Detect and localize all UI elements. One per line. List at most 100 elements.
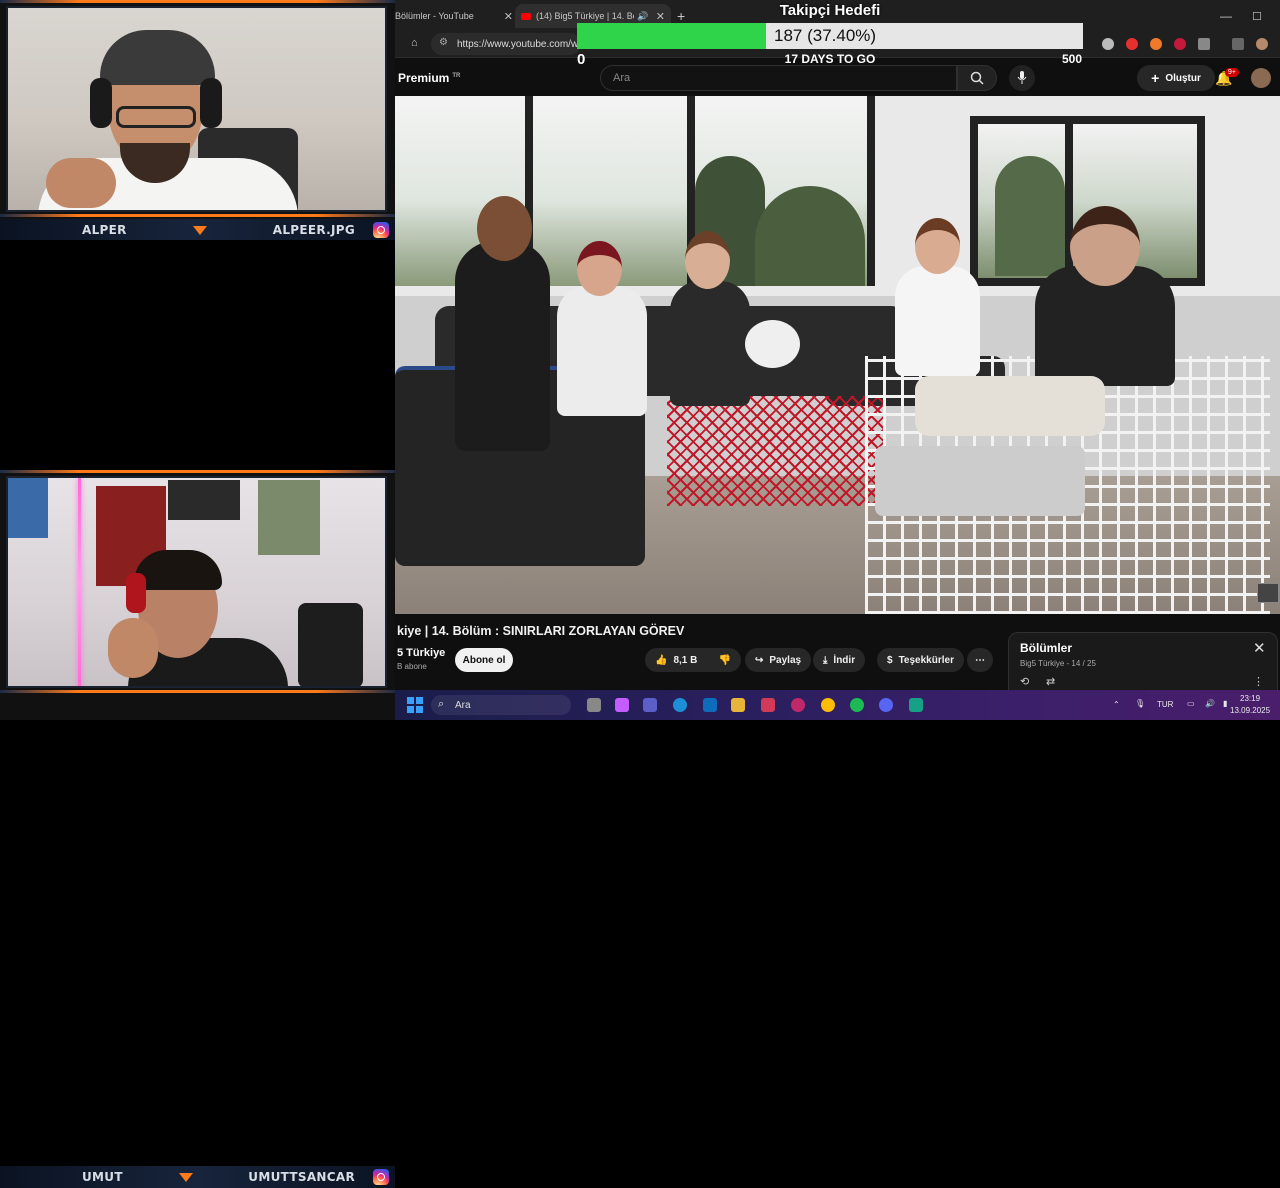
youtube-premium-logo[interactable]: Premium TR <box>398 71 460 85</box>
search-input[interactable]: Ara <box>600 65 957 91</box>
tree <box>755 186 865 286</box>
sofa-cushion <box>875 446 1085 516</box>
site-info-icon[interactable]: ⚙ <box>439 37 448 48</box>
goal-title: Takipçi Hedefi <box>779 2 881 19</box>
goal-progress-bar: 187 (37.40%) <box>577 23 1083 49</box>
red-extension-icon[interactable] <box>1126 38 1138 50</box>
like-count[interactable]: 8,1 B <box>673 655 697 666</box>
like-dislike-group: 👍 8,1 B 👎 <box>645 648 741 672</box>
miniplayer-icon[interactable] <box>1257 583 1279 603</box>
puzzle-extension-icon[interactable] <box>1198 38 1210 50</box>
person-4-head <box>915 218 960 274</box>
volume-icon[interactable]: 🔊 <box>1205 699 1215 708</box>
search-button[interactable] <box>957 65 997 91</box>
playlist-title[interactable]: Bölümler <box>1020 641 1072 655</box>
chevron-up-icon[interactable]: ⌃ <box>1113 700 1120 709</box>
cap <box>100 30 215 85</box>
poster <box>8 478 48 538</box>
thumbs-up-icon[interactable]: 👍 <box>655 655 667 666</box>
teams-icon[interactable] <box>643 698 657 712</box>
avatar[interactable] <box>1251 68 1271 88</box>
download-button[interactable]: ⤓ İndir <box>813 648 866 672</box>
share-button[interactable]: ↪ Paylaş <box>745 648 812 672</box>
file-explorer-icon[interactable] <box>731 698 745 712</box>
plus-icon: + <box>1151 70 1160 86</box>
led-strip <box>78 478 81 686</box>
close-icon[interactable]: ✕ <box>504 10 513 23</box>
thanks-icon: $ <box>887 654 893 666</box>
voice-search-button[interactable] <box>1009 65 1035 91</box>
sidebar-icon[interactable] <box>1232 38 1244 50</box>
download-label: İndir <box>833 654 856 666</box>
spotify-icon[interactable] <box>850 698 864 712</box>
loop-icon[interactable]: ⟲ <box>1020 675 1029 688</box>
minimize-icon[interactable]: — <box>1220 4 1232 28</box>
mic-icon <box>1017 71 1027 84</box>
goal-progress-fill <box>577 23 767 49</box>
app-icon[interactable] <box>791 698 805 712</box>
battery-icon[interactable]: ▮ <box>1223 699 1227 708</box>
url-text: https://www.youtube.com/w <box>457 38 579 50</box>
speaker-icon[interactable]: 🔊 <box>637 11 648 22</box>
cam-frame-edge <box>0 470 395 473</box>
close-icon[interactable]: ✕ <box>1253 639 1266 657</box>
clock-date[interactable]: 13.09.2025 <box>1230 706 1270 715</box>
goal-max: 500 <box>1062 52 1083 66</box>
edge-icon[interactable] <box>673 698 687 712</box>
cam-frame-edge <box>0 690 395 693</box>
thanks-button[interactable]: $ Teşekkürler <box>877 648 964 672</box>
poster <box>168 480 240 520</box>
subscribe-button[interactable]: Abone ol <box>455 648 513 672</box>
shield-extension-icon[interactable] <box>1102 38 1114 50</box>
more-actions-button[interactable]: ⋯ <box>967 648 993 672</box>
tab-label: (14) Big5 Türkiye | 14. Bölüm <box>536 11 634 21</box>
orange-triangle-icon <box>178 1172 193 1182</box>
share-label: Paylaş <box>769 654 802 666</box>
discord-icon[interactable] <box>879 698 893 712</box>
mic-icon[interactable]: 🎙 <box>1135 699 1145 708</box>
empty-overlay-area <box>0 240 395 470</box>
profile-avatar[interactable] <box>1256 38 1268 50</box>
tab-bolumler[interactable]: Bölümler - YouTube ✕ <box>395 4 513 28</box>
taskbar-search-placeholder: Ara <box>455 699 471 711</box>
glasses <box>116 106 196 128</box>
outlook-icon[interactable] <box>703 698 717 712</box>
u-extension-icon[interactable] <box>1174 38 1186 50</box>
logo-text: Premium <box>398 71 450 85</box>
thumbs-down-icon[interactable]: 👎 <box>719 655 731 666</box>
app-icon[interactable] <box>909 698 923 712</box>
clock-time[interactable]: 23:19 <box>1240 694 1260 703</box>
copilot-icon[interactable] <box>615 698 629 712</box>
close-icon[interactable]: ✕ <box>656 10 665 23</box>
language-indicator[interactable]: TUR <box>1157 700 1173 709</box>
tree <box>995 156 1065 276</box>
channel-name[interactable]: 5 Türkiye <box>397 647 445 659</box>
url-field[interactable]: ⚙ https://www.youtube.com/w <box>431 33 581 55</box>
webcam-namebar-bottom: UMUT UMUTTSANCAR <box>0 1166 395 1188</box>
webcam-panel-bottom: UMUT UMUTTSANCAR <box>0 470 395 1188</box>
playlist-subtitle: Big5 Türkiye - 14 / 25 <box>1020 659 1096 668</box>
taskbar-search[interactable]: ⌕ Ara <box>431 695 571 715</box>
more-icon[interactable]: ⋮ <box>1253 675 1264 688</box>
more-icon: ⋯ <box>975 654 985 666</box>
orange-extension-icon[interactable] <box>1150 38 1162 50</box>
thanks-label: Teşekkürler <box>898 654 954 666</box>
app-icon[interactable] <box>761 698 775 712</box>
person-1-head <box>477 196 532 261</box>
home-icon[interactable]: ⌂ <box>411 37 418 49</box>
download-icon: ⤓ <box>823 654 828 666</box>
streamer-name: ALPER <box>82 223 127 237</box>
person-2-head <box>577 241 622 296</box>
network-icon[interactable]: ▭ <box>1187 699 1195 708</box>
webcam-feed-alper <box>6 6 387 212</box>
webcam-panel-top: ALPER ALPEER.JPG <box>0 0 395 241</box>
task-view-icon[interactable] <box>587 698 601 712</box>
video-player[interactable] <box>395 96 1280 614</box>
shuffle-icon[interactable]: ⇄ <box>1046 675 1055 688</box>
create-button[interactable]: + Oluştur <box>1137 65 1215 91</box>
maximize-icon[interactable]: ☐ <box>1252 4 1262 28</box>
chrome-icon[interactable] <box>821 698 835 712</box>
goal-days-left: 17 DAYS TO GO <box>784 52 876 66</box>
hand <box>108 618 158 678</box>
streamer-handle: UMUTTSANCAR <box>248 1170 355 1184</box>
